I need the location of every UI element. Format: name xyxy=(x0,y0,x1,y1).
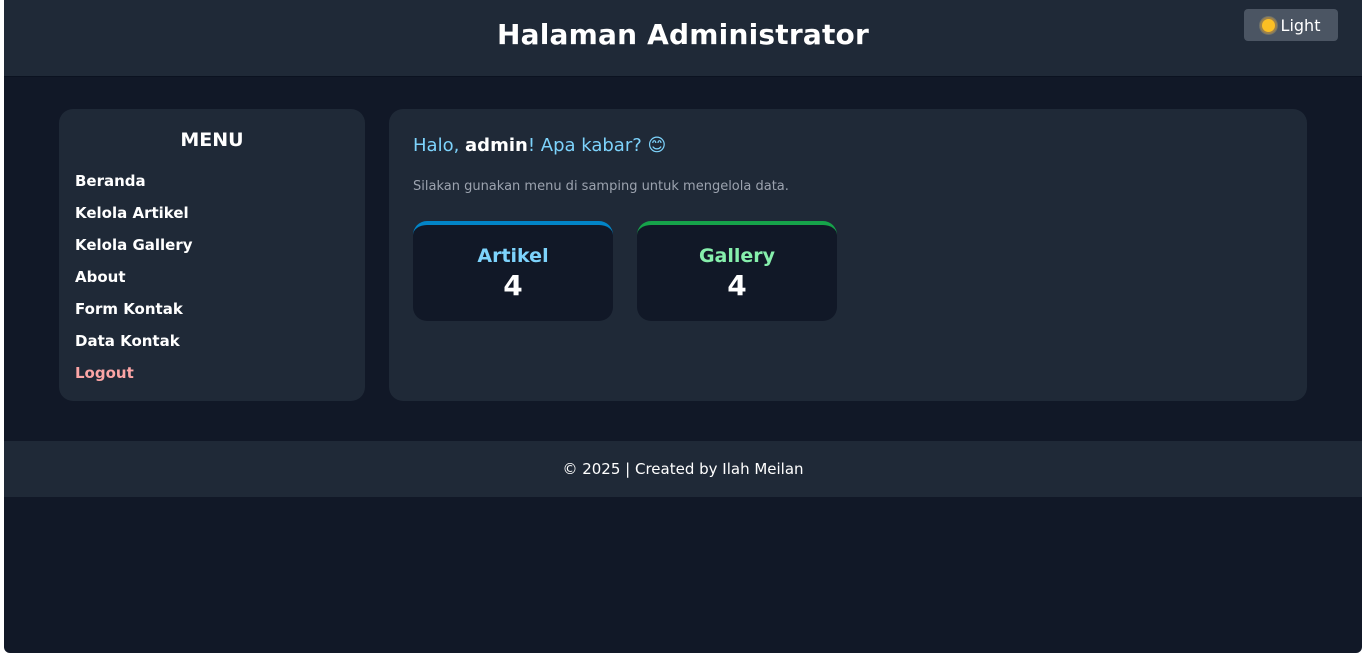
stat-card-gallery: Gallery 4 xyxy=(637,221,837,321)
sun-icon xyxy=(1261,18,1275,32)
sidebar-item-about[interactable]: About xyxy=(75,267,126,287)
theme-toggle-button[interactable]: Light xyxy=(1244,9,1338,41)
sidebar-item-kelola-artikel[interactable]: Kelola Artikel xyxy=(75,203,189,223)
stat-value: 4 xyxy=(727,269,747,302)
app-window: Halaman Administrator Light MENU Beranda… xyxy=(4,0,1362,653)
header: Halaman Administrator Light xyxy=(4,0,1362,77)
stat-label: Artikel xyxy=(477,245,549,267)
page-title: Halaman Administrator xyxy=(497,18,869,51)
menu-title: MENU xyxy=(180,129,244,151)
sidebar-menu: MENU Beranda Kelola Artikel Kelola Galle… xyxy=(59,109,365,401)
sidebar-item-beranda[interactable]: Beranda xyxy=(75,171,146,191)
stat-label: Gallery xyxy=(698,245,776,267)
stat-card-artikel: Artikel 4 xyxy=(413,221,613,321)
sidebar-item-kelola-gallery[interactable]: Kelola Gallery xyxy=(75,235,193,255)
theme-toggle-label: Light xyxy=(1280,15,1321,35)
sidebar-item-logout[interactable]: Logout xyxy=(75,363,134,383)
sidebar-item-form-kontak[interactable]: Form Kontak xyxy=(75,299,183,319)
greeting: Halo, admin! Apa kabar? 😊 xyxy=(413,135,666,156)
footer-text: © 2025 | Created by Ilah Meilan xyxy=(562,460,804,478)
greeting-prefix: Halo, xyxy=(413,135,466,156)
main-panel: Halo, admin! Apa kabar? 😊 Silakan gunaka… xyxy=(389,109,1307,401)
greeting-suffix: ! Apa kabar? 😊 xyxy=(527,135,667,156)
footer: © 2025 | Created by Ilah Meilan xyxy=(4,441,1362,497)
instruction-text: Silakan gunakan menu di samping untuk me… xyxy=(413,179,789,194)
menu-list: Beranda Kelola Artikel Kelola Gallery Ab… xyxy=(75,171,193,395)
sidebar-item-data-kontak[interactable]: Data Kontak xyxy=(75,331,180,351)
stat-value: 4 xyxy=(503,269,523,302)
greeting-username: admin xyxy=(465,135,528,156)
